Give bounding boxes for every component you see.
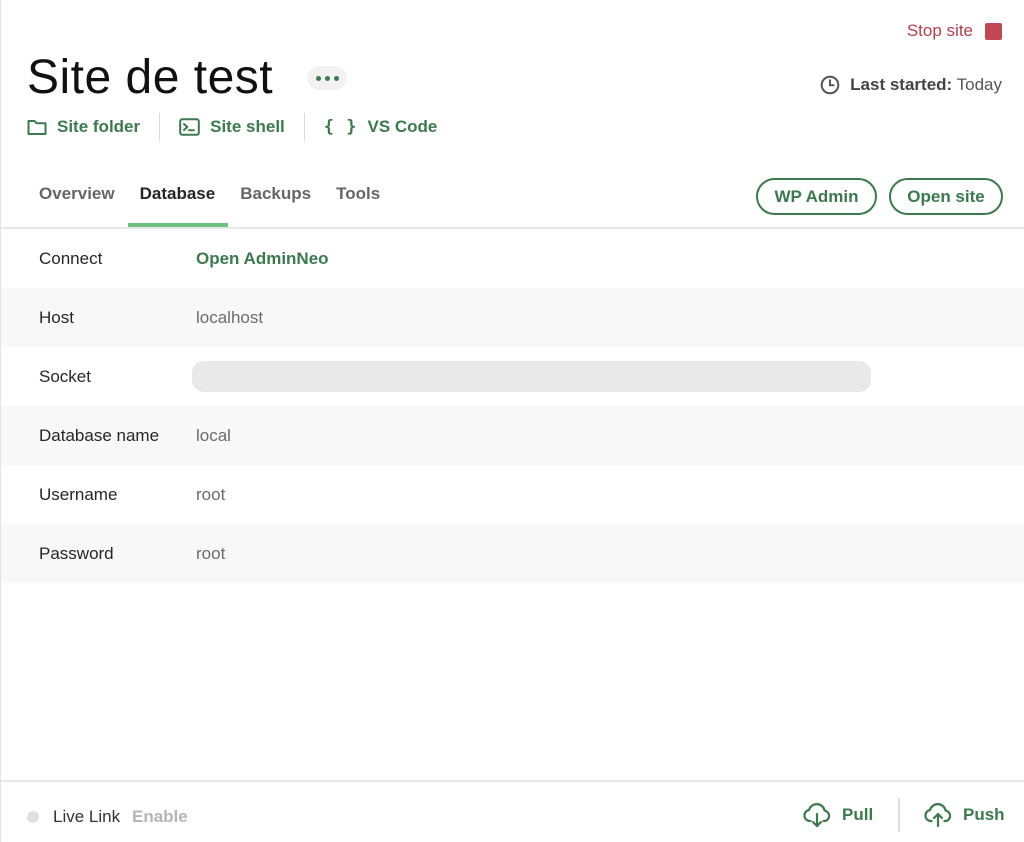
tab-backups[interactable]: Backups	[228, 178, 324, 226]
table-row-username: Username root	[1, 465, 1024, 524]
tab-bar: Overview Database Backups Tools	[27, 178, 393, 228]
site-folder-label: Site folder	[57, 117, 141, 136]
row-label: Socket	[39, 366, 91, 386]
password-value: root	[196, 543, 226, 563]
tab-database[interactable]: Database	[127, 178, 229, 227]
ellipsis-dot	[324, 75, 330, 81]
stop-site-label: Stop site	[906, 21, 973, 40]
push-button[interactable]: Push	[923, 802, 1005, 828]
ellipsis-dot	[333, 75, 339, 81]
table-row-database-name: Database name local	[1, 406, 1024, 465]
divider	[159, 113, 161, 141]
divider	[898, 798, 900, 832]
site-folder-link[interactable]: Site folder	[27, 117, 140, 137]
stop-site-button[interactable]: Stop site	[907, 21, 1002, 41]
host-value: localhost	[196, 307, 264, 327]
last-started-label: Last started:	[850, 75, 953, 94]
database-name-value: local	[196, 425, 231, 445]
ellipsis-icon	[315, 75, 321, 81]
socket-field	[192, 361, 871, 392]
clock-icon	[820, 75, 840, 95]
last-started-value: Today	[956, 75, 1002, 94]
site-shell-link[interactable]: Site shell	[179, 117, 285, 137]
push-label: Push	[963, 805, 1005, 824]
table-row-socket: Socket	[1, 347, 1024, 406]
last-started-status: Last started: Today	[820, 75, 1002, 95]
row-label: Host	[39, 307, 74, 327]
table-row-connect: Connect Open AdminNeo	[1, 229, 1024, 288]
site-shell-label: Site shell	[210, 117, 285, 136]
pull-button[interactable]: Pull	[802, 802, 873, 828]
tab-tools[interactable]: Tools	[324, 178, 393, 226]
page-title: Site de test	[27, 51, 274, 104]
live-link-label: Live Link	[53, 807, 121, 826]
live-link-enable-button[interactable]: Enable	[132, 807, 188, 827]
vs-code-link[interactable]: { } VS Code	[324, 117, 438, 137]
folder-icon	[27, 120, 47, 135]
open-site-button[interactable]: Open site	[889, 178, 1003, 215]
cloud-upload-icon	[924, 803, 952, 828]
terminal-icon	[179, 118, 200, 136]
row-label: Username	[39, 484, 118, 504]
row-label: Password	[39, 543, 114, 563]
username-value: root	[196, 484, 226, 504]
code-braces-icon: { }	[323, 117, 358, 137]
row-label: Database name	[39, 425, 160, 445]
database-info-table: Connect Open AdminNeo Host localhost Soc…	[1, 229, 1024, 583]
open-adminneo-link[interactable]: Open AdminNeo	[196, 249, 329, 269]
quick-links: Site folder Site shell { } VS Code	[27, 113, 437, 141]
divider	[303, 113, 305, 141]
stop-icon	[985, 22, 1002, 40]
row-label: Connect	[39, 248, 103, 268]
vs-code-label: VS Code	[367, 117, 438, 136]
table-row-password: Password root	[1, 524, 1024, 583]
footer-bar: Live Link Enable Pull Push	[1, 782, 1024, 842]
wp-admin-button[interactable]: WP Admin	[756, 178, 877, 215]
cloud-download-icon	[803, 803, 831, 828]
more-options-button[interactable]	[307, 66, 347, 90]
table-row-host: Host localhost	[1, 288, 1024, 347]
live-link-status-icon	[27, 811, 39, 823]
pull-label: Pull	[842, 805, 874, 824]
site-panel: Stop site Site de test Last started: Tod…	[0, 0, 1024, 842]
tab-overview[interactable]: Overview	[27, 178, 128, 226]
